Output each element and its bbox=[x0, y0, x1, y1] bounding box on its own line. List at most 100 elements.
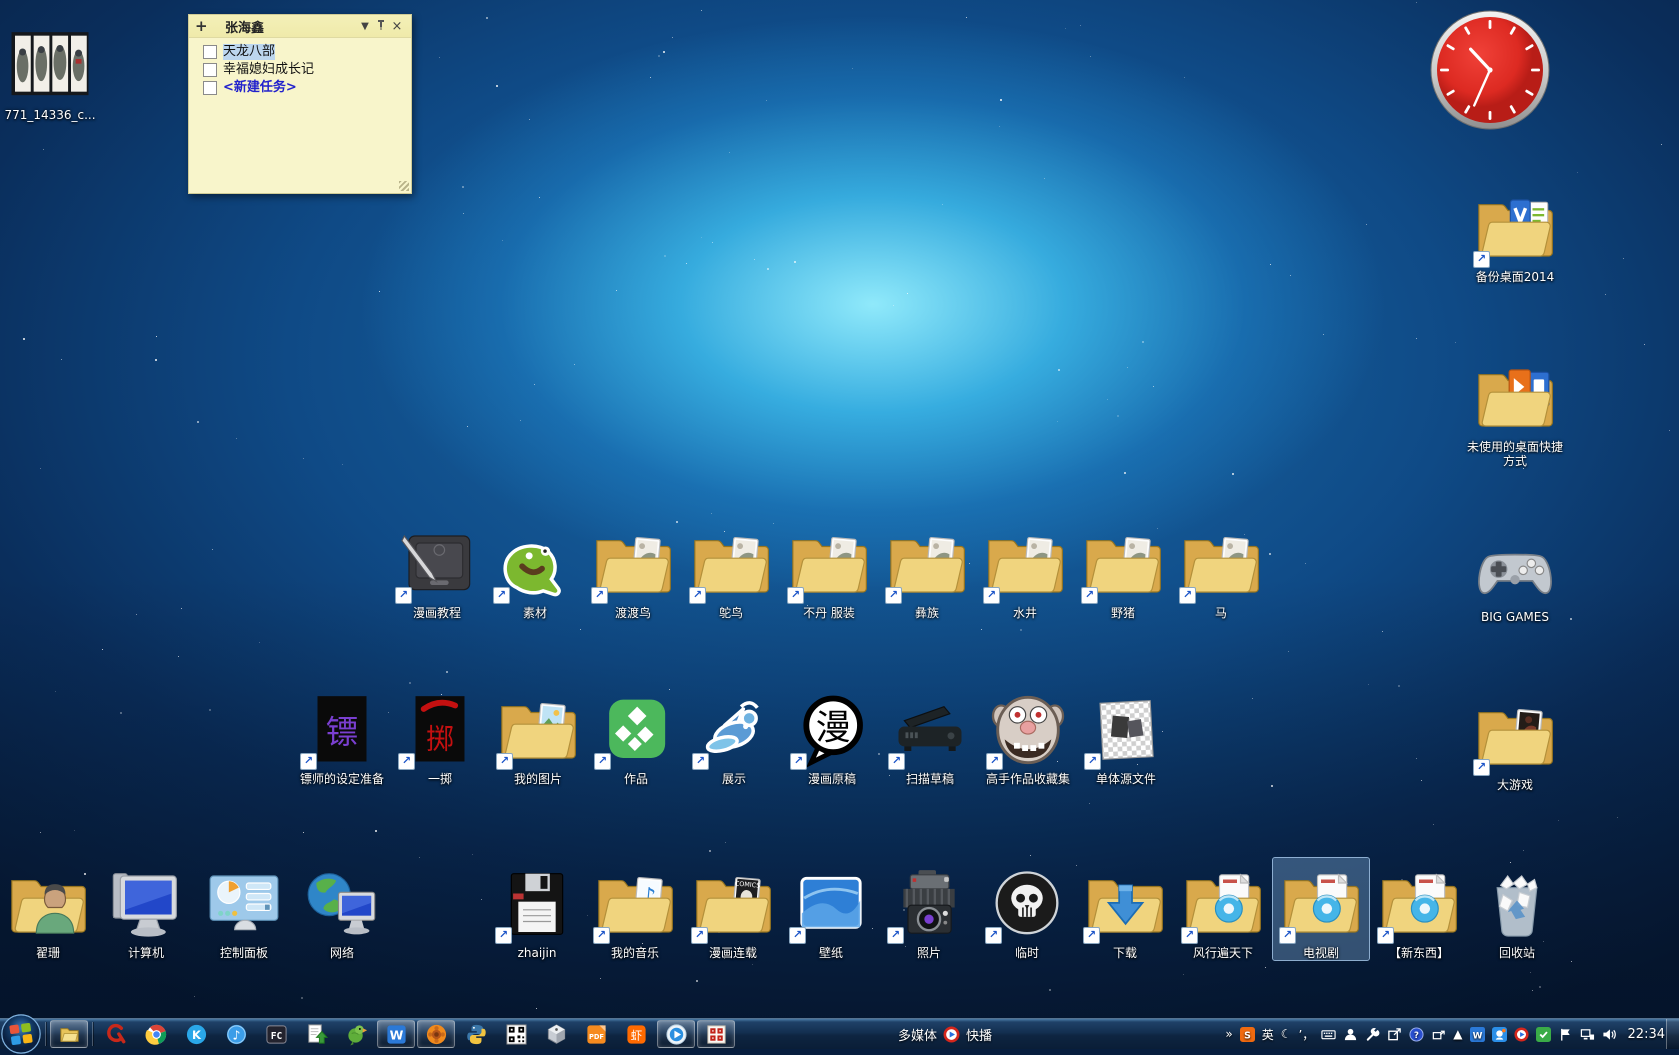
show-hidden-icons[interactable]: ▲ bbox=[1453, 1027, 1462, 1041]
punctuation-indicator[interactable]: ’， bbox=[1298, 1026, 1314, 1043]
explorer-icon[interactable] bbox=[50, 1020, 88, 1048]
sticky-note-gadget[interactable]: + 张海鑫 ▼ × 天龙八部幸福媳妇成长记 <新建任务> bbox=[188, 14, 412, 194]
desktop-icon[interactable]: COMICS↗漫画连载 bbox=[685, 858, 781, 960]
desktop-icon[interactable]: ↗电视剧 bbox=[1273, 858, 1369, 960]
kugou-icon[interactable]: K bbox=[177, 1020, 215, 1048]
red-seal-icon[interactable] bbox=[697, 1020, 735, 1048]
desktop-icon[interactable]: ↗彝族 bbox=[879, 518, 975, 620]
desktop-icon[interactable]: ↗扫描草稿 bbox=[882, 684, 978, 786]
green-app-icon[interactable] bbox=[1536, 1027, 1551, 1042]
desktop-icon[interactable]: ↗下载 bbox=[1077, 858, 1173, 960]
analog-clock-gadget[interactable] bbox=[1428, 8, 1552, 132]
task-item[interactable]: <新建任务> bbox=[203, 80, 403, 96]
desktop-icon[interactable]: ↗单体源文件 bbox=[1078, 684, 1174, 786]
pdf-icon[interactable]: PDF bbox=[577, 1020, 615, 1048]
desktop-icon[interactable]: ↗高手作品收藏集 bbox=[980, 684, 1076, 786]
comics-folder-icon: COMICS↗ bbox=[689, 858, 777, 944]
checkbox[interactable] bbox=[203, 63, 217, 77]
resize-grip[interactable] bbox=[399, 181, 409, 191]
doc-export-icon[interactable] bbox=[297, 1020, 335, 1048]
task-label[interactable]: 幸福媳妇成长记 bbox=[223, 62, 314, 78]
close-icon[interactable]: × bbox=[389, 19, 405, 34]
desktop-icon[interactable]: ↗大游戏 bbox=[1467, 690, 1563, 792]
desktop-icon[interactable]: ↗我的图片 bbox=[490, 684, 586, 786]
desktop-icon[interactable]: ↗水井 bbox=[977, 518, 1073, 620]
orange-paw-icon[interactable] bbox=[417, 1020, 455, 1048]
desktop-icon[interactable]: 未使用的桌面快捷方式 bbox=[1467, 352, 1563, 468]
desktop-icon[interactable]: ↗不丹 服装 bbox=[781, 518, 877, 620]
desktop-icon[interactable]: 计算机 bbox=[98, 858, 194, 960]
desktop-icon[interactable]: ↗野猪 bbox=[1075, 518, 1171, 620]
volume-icon[interactable] bbox=[1602, 1027, 1617, 1042]
xiami-icon[interactable]: 虾 bbox=[617, 1020, 655, 1048]
red-swirl-icon[interactable] bbox=[97, 1020, 135, 1048]
task-item[interactable]: 天龙八部 bbox=[203, 44, 403, 60]
desktop-icon[interactable]: 翟珊 bbox=[0, 858, 96, 960]
desktop-icon[interactable]: 镖↗镖师的设定准备 bbox=[294, 684, 390, 786]
task-item[interactable]: 幸福媳妇成长记 bbox=[203, 62, 403, 78]
desktop-icon[interactable]: ↗展示 bbox=[686, 684, 782, 786]
chevron-down-icon[interactable]: ▼ bbox=[357, 21, 373, 32]
desktop-icon[interactable]: ↗渡渡鸟 bbox=[585, 518, 681, 620]
input-lang-indicator[interactable]: 英 bbox=[1262, 1026, 1274, 1043]
cube-icon[interactable] bbox=[537, 1020, 575, 1048]
moon-icon[interactable]: ☾ bbox=[1281, 1027, 1292, 1041]
desktop-icon[interactable]: ↗马 bbox=[1173, 518, 1269, 620]
checkbox[interactable] bbox=[203, 45, 217, 59]
desktop-icon[interactable]: 控制面板 bbox=[196, 858, 292, 960]
desktop-icon[interactable]: ↗鸵鸟 bbox=[683, 518, 779, 620]
desktop-icon[interactable]: ↗漫画教程 bbox=[389, 518, 485, 620]
task-label[interactable]: 天龙八部 bbox=[223, 44, 275, 60]
task-label[interactable]: <新建任务> bbox=[223, 80, 297, 96]
desktop-icon[interactable]: ↗风行遍天下 bbox=[1175, 858, 1271, 960]
user-tray-icon[interactable] bbox=[1343, 1027, 1358, 1042]
fc-emulator-icon[interactable]: FC bbox=[257, 1020, 295, 1048]
desktop-icon[interactable]: ↗【新东西】 bbox=[1371, 858, 1467, 960]
show-desktop-button[interactable] bbox=[1666, 1019, 1679, 1049]
add-task-button[interactable]: + bbox=[195, 17, 211, 35]
qvod-player-icon[interactable] bbox=[657, 1020, 695, 1048]
word-tray-icon[interactable]: W bbox=[1470, 1027, 1485, 1042]
desktop-icon-label: 计算机 bbox=[128, 946, 164, 960]
share-icon[interactable] bbox=[1387, 1027, 1402, 1042]
wangwang-icon[interactable] bbox=[1492, 1027, 1507, 1042]
desktop-icon[interactable]: BIG GAMES bbox=[1467, 522, 1563, 624]
sticky-note-task-list[interactable]: 天龙八部幸福媳妇成长记 <新建任务> bbox=[189, 38, 411, 96]
window-tray-icon[interactable] bbox=[1431, 1027, 1446, 1042]
desktop-icon[interactable]: ↗备份桌面2014 bbox=[1467, 182, 1563, 284]
desktop-icon[interactable]: 网络 bbox=[294, 858, 390, 960]
keyboard-icon[interactable] bbox=[1321, 1027, 1336, 1042]
desktop-icon[interactable]: ♪↗我的音乐 bbox=[587, 858, 683, 960]
desktop-icon-label: 素材 bbox=[523, 606, 547, 620]
desktop-icon[interactable]: ↗壁纸 bbox=[783, 858, 879, 960]
pin-icon[interactable] bbox=[373, 19, 389, 34]
help-icon[interactable]: ? bbox=[1409, 1027, 1424, 1042]
python-icon[interactable] bbox=[457, 1020, 495, 1048]
desktop-icon[interactable]: ↗作品 bbox=[588, 684, 684, 786]
desktop-icon[interactable]: 漫↗漫画原稿 bbox=[784, 684, 880, 786]
sticky-note-header[interactable]: + 张海鑫 ▼ × bbox=[189, 15, 411, 38]
desktop-icon[interactable]: ↗照片 bbox=[881, 858, 977, 960]
chrome-icon[interactable] bbox=[137, 1020, 175, 1048]
wrench-icon[interactable] bbox=[1365, 1027, 1380, 1042]
tray-overflow[interactable]: » bbox=[1225, 1027, 1232, 1041]
desktop-icon[interactable]: 回收站 bbox=[1469, 858, 1565, 960]
desktop-icon-label: 我的图片 bbox=[514, 772, 562, 786]
desktop-icon[interactable]: ↗素材 bbox=[487, 518, 583, 620]
tray-clock[interactable]: 22:34 bbox=[1628, 1027, 1665, 1042]
desktop-icon[interactable]: ↗临时 bbox=[979, 858, 1075, 960]
qr-code-icon[interactable] bbox=[497, 1020, 535, 1048]
parrot-icon[interactable] bbox=[337, 1020, 375, 1048]
word-icon[interactable]: W bbox=[377, 1020, 415, 1048]
desktop-icon[interactable]: 掷↗一掷 bbox=[392, 684, 488, 786]
network-tray-icon[interactable] bbox=[1580, 1027, 1595, 1042]
music-player-icon[interactable]: ♪ bbox=[217, 1020, 255, 1048]
svg-text:镖: 镖 bbox=[326, 713, 359, 751]
desktop-icon[interactable]: ↗zhaijin bbox=[489, 858, 585, 960]
flag-icon[interactable] bbox=[1558, 1027, 1573, 1042]
start-button[interactable] bbox=[0, 1019, 42, 1049]
checkbox[interactable] bbox=[203, 81, 217, 95]
sogou-icon[interactable]: S bbox=[1240, 1027, 1255, 1042]
qvod-tray-icon[interactable] bbox=[1514, 1027, 1529, 1042]
desktop-icon[interactable]: 771_14336_c... bbox=[2, 20, 98, 122]
